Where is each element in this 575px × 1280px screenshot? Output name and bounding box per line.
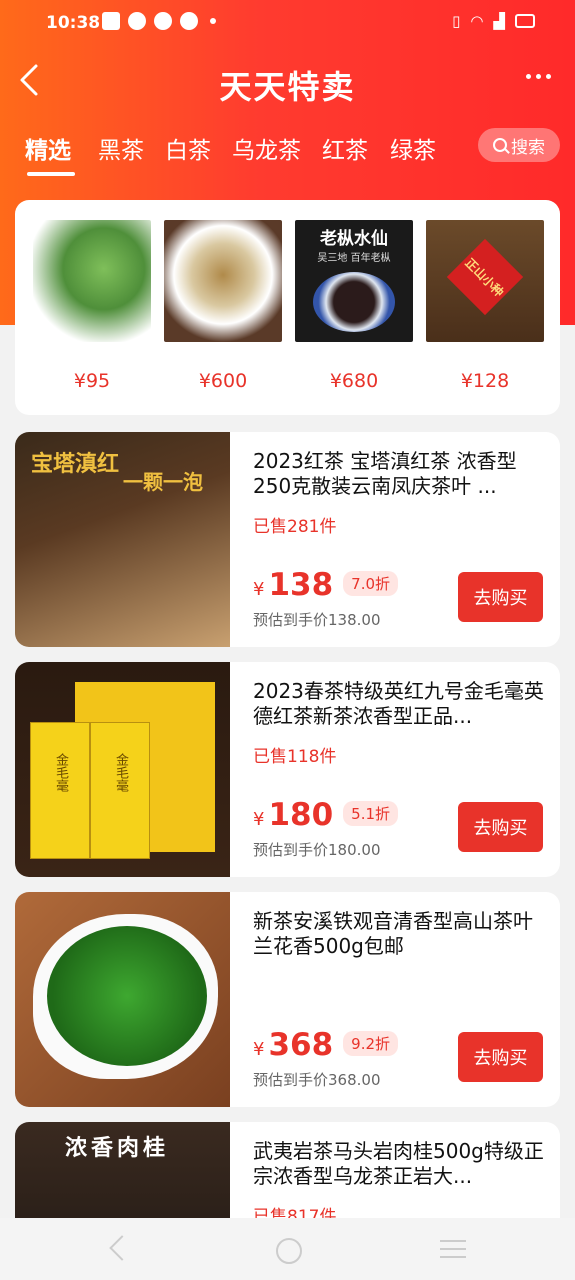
more-options-icon[interactable] — [526, 74, 551, 79]
tab-white-tea[interactable]: 白茶 — [165, 131, 211, 165]
featured-item[interactable]: ¥95 — [33, 220, 151, 392]
product-image — [164, 220, 282, 342]
product-title: 2023红茶 宝塔滇红茶 浓香型250克散装云南凤庆茶叶 ... — [253, 449, 517, 498]
buy-button[interactable]: 去购买 — [458, 572, 543, 622]
buy-button[interactable]: 去购买 — [458, 1032, 543, 1082]
status-time: 10:38 — [46, 13, 101, 33]
estimated-price: 预估到手价368.00 — [253, 1071, 381, 1089]
price-value: 368 — [268, 1027, 334, 1063]
sold-count: 已售118件 — [253, 747, 337, 767]
featured-price: ¥680 — [329, 370, 379, 392]
nav-menu-icon[interactable] — [440, 1240, 466, 1264]
buy-button[interactable]: 去购买 — [458, 802, 543, 852]
product-image: 老枞水仙 吴三地 百年老枞 — [295, 220, 413, 342]
featured-price: ¥128 — [460, 370, 510, 392]
nav-back-icon[interactable] — [109, 1235, 135, 1261]
product-title: 武夷岩茶马头岩肉桂500g特级正宗浓香型乌龙茶正岩大... — [253, 1139, 544, 1188]
tab-green-tea[interactable]: 绿茶 — [390, 131, 436, 165]
currency-symbol: ¥ — [253, 1039, 265, 1060]
product-image: 正山小种 — [426, 220, 544, 342]
product-card[interactable]: 新茶安溪铁观音清香型高山茶叶兰花香500g包邮 ¥ 368 9.2折 预估到手价… — [15, 892, 560, 1107]
image-sublabel: 一颗一泡 — [123, 470, 203, 494]
vibrate-icon: ▯ — [452, 12, 461, 30]
currency-symbol: ¥ — [253, 809, 265, 830]
featured-price: ¥95 — [73, 370, 111, 392]
product-title: 2023春茶特级英红九号金毛毫英德红茶新茶浓香型正品... — [253, 679, 544, 728]
active-tab-indicator — [27, 172, 75, 176]
price: ¥ 180 5.1折 — [253, 797, 399, 833]
product-title: 新茶安溪铁观音清香型高山茶叶兰花香500g包邮 — [253, 909, 533, 958]
discount-badge: 7.0折 — [343, 571, 399, 596]
search-button[interactable]: 搜索 — [478, 128, 560, 162]
sold-count: 已售281件 — [253, 517, 337, 537]
tab-dark-tea[interactable]: 黑茶 — [98, 131, 144, 165]
image-label: 宝塔滇红 — [31, 452, 120, 477]
price: ¥ 368 9.2折 — [253, 1027, 399, 1063]
discount-badge: 9.2折 — [343, 1031, 399, 1056]
discount-badge: 5.1折 — [343, 801, 399, 826]
search-label: 搜索 — [511, 137, 545, 158]
signal-icon: ▟ — [493, 12, 505, 30]
estimated-price: 预估到手价138.00 — [253, 611, 381, 629]
price: ¥ 138 7.0折 — [253, 567, 399, 603]
image-label: 老枞水仙 — [320, 229, 388, 249]
page-title: 天天特卖 — [219, 68, 356, 106]
product-image: 宝塔滇红 一颗一泡 — [15, 432, 230, 647]
sold-count: 已售817件 — [253, 1207, 337, 1218]
featured-item[interactable]: 正山小种 ¥128 — [426, 220, 544, 392]
notification-icons — [102, 12, 216, 30]
wifi-icon: ◠ — [470, 12, 484, 30]
app-notification-icon — [154, 12, 172, 30]
search-icon — [493, 138, 507, 152]
system-navigation-bar — [0, 1218, 575, 1280]
featured-item[interactable]: ¥600 — [164, 220, 282, 392]
featured-item[interactable]: 老枞水仙 吴三地 百年老枞 ¥680 — [295, 220, 413, 392]
product-image — [15, 892, 230, 1107]
mail-icon — [102, 12, 120, 30]
system-icons: ▯ ◠ ▟ — [452, 12, 535, 30]
product-image: 金毛毫 金毛毫 — [15, 662, 230, 877]
tab-oolong-tea[interactable]: 乌龙茶 — [232, 131, 301, 165]
currency-symbol: ¥ — [253, 579, 265, 600]
featured-products: ¥95 ¥600 老枞水仙 吴三地 百年老枞 ¥680 正山小种 ¥128 — [15, 200, 560, 415]
product-card[interactable]: 宝塔滇红 一颗一泡 2023红茶 宝塔滇红茶 浓香型250克散装云南凤庆茶叶 .… — [15, 432, 560, 647]
price-value: 180 — [268, 797, 334, 833]
app-notification-icon — [128, 12, 146, 30]
app-notification-icon — [180, 12, 198, 30]
more-notifications-dot — [210, 18, 216, 24]
tab-featured[interactable]: 精选 — [25, 131, 71, 165]
product-card[interactable]: 金毛毫 金毛毫 2023春茶特级英红九号金毛毫英德红茶新茶浓香型正品... 已售… — [15, 662, 560, 877]
product-image — [33, 220, 151, 342]
title-bar: 天天特卖 — [0, 52, 575, 112]
product-card[interactable]: 浓香肉桂 武夷岩茶马头岩肉桂500g特级正宗浓香型乌龙茶正岩大... 已售817… — [15, 1122, 560, 1218]
image-label: 浓香肉桂 — [65, 1136, 170, 1161]
nav-home-icon[interactable] — [276, 1238, 302, 1264]
featured-price: ¥600 — [198, 370, 248, 392]
image-label: 正山小种 — [446, 238, 524, 316]
product-image: 浓香肉桂 — [15, 1122, 230, 1218]
battery-icon — [515, 14, 535, 28]
image-label: 金毛毫 — [113, 753, 128, 792]
estimated-price: 预估到手价180.00 — [253, 841, 381, 859]
status-bar: 10:38 ▯ ◠ ▟ — [0, 0, 575, 48]
image-label: 金毛毫 — [53, 753, 68, 792]
image-sublabel: 吴三地 百年老枞 — [317, 253, 391, 264]
tab-black-tea[interactable]: 红茶 — [322, 131, 368, 165]
price-value: 138 — [268, 567, 334, 603]
